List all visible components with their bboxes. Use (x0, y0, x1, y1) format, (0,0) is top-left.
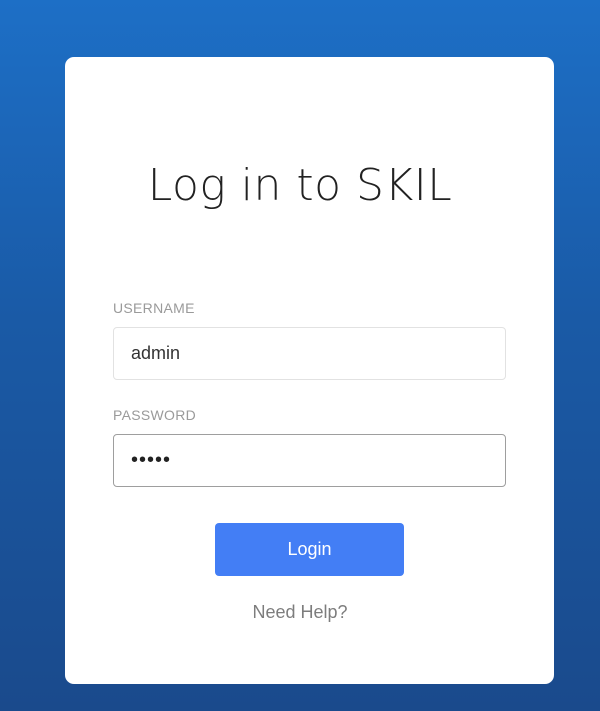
username-value: admin (131, 343, 181, 363)
page-title: Log in to SKIL (147, 160, 453, 211)
password-value: ••••• (131, 449, 172, 471)
username-label: USERNAME (113, 300, 195, 316)
login-button[interactable]: Login (215, 523, 404, 576)
need-help-link[interactable]: Need Help? (0, 602, 600, 623)
username-field[interactable]: admin (113, 327, 506, 380)
password-label: PASSWORD (113, 407, 197, 423)
password-field[interactable]: ••••• (113, 434, 506, 487)
